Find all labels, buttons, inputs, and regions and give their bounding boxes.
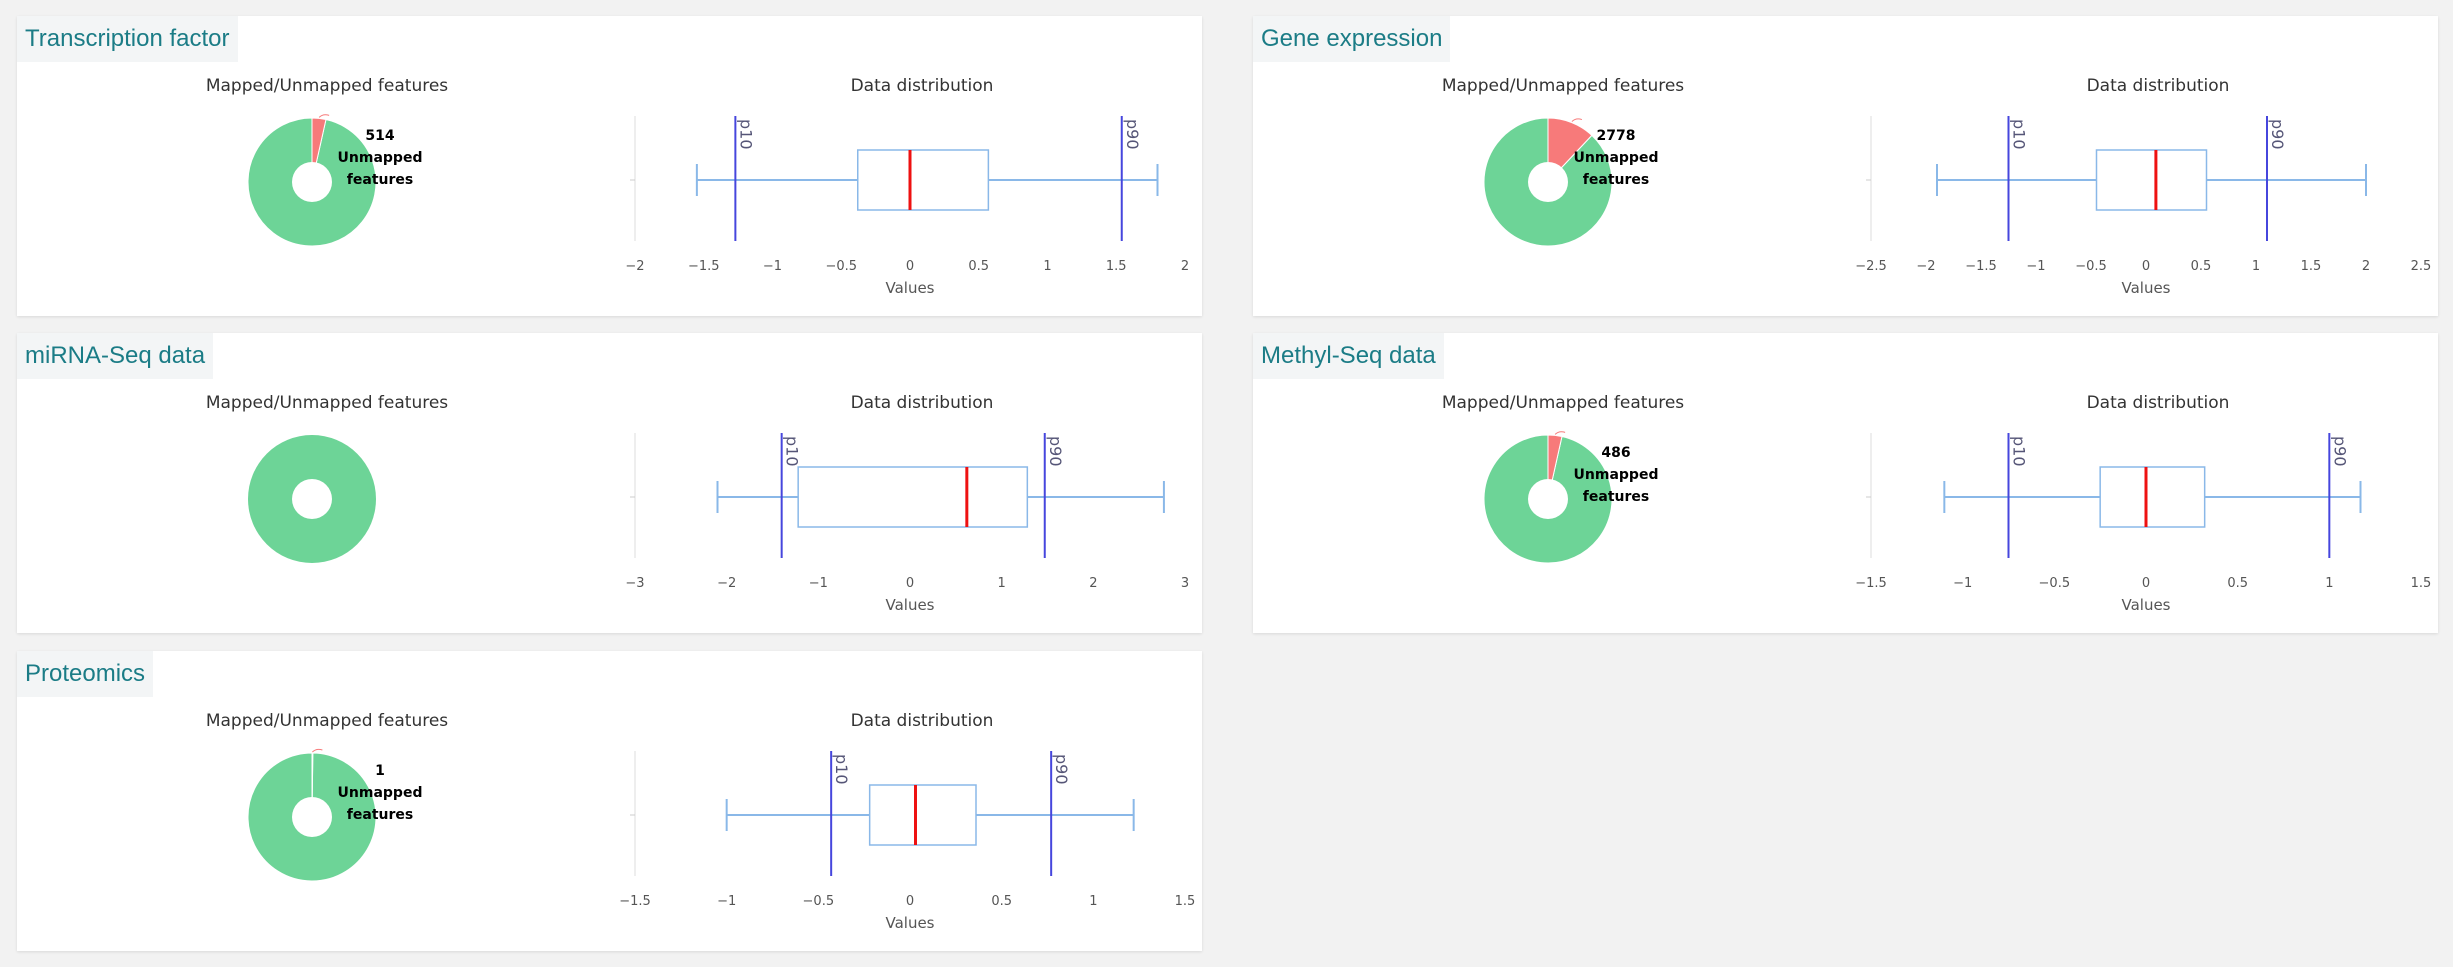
panel-chart: 514 Unmapped features p10 p90 −2 −1.5 −1 −0.5 0 0.… xyxy=(247,114,1189,297)
box-iqr xyxy=(2095,149,2208,211)
x-tick-label: 0.5 xyxy=(2227,576,2248,591)
x-tick-label: 1.5 xyxy=(1106,259,1127,274)
x-tick-label: 1.5 xyxy=(2301,259,2322,274)
panel-mirna-seq: miRNA-Seq data Mapped/Unmapped features … xyxy=(17,333,1202,633)
panel-proteomics: Proteomics Mapped/Unmapped features Data… xyxy=(17,651,1202,951)
donut-hole xyxy=(292,797,332,837)
x-axis-label: Values xyxy=(885,596,934,614)
pie-connector xyxy=(312,748,323,753)
x-tick-label: −2 xyxy=(1916,259,1935,274)
features-label: features xyxy=(1583,489,1649,505)
p90-label: p90 xyxy=(2268,119,2287,150)
x-tick-label: −0.5 xyxy=(2075,259,2107,274)
x-tick-label: 0 xyxy=(906,259,914,274)
x-tick-label: −2.5 xyxy=(1855,259,1887,274)
x-tick-label: 2.5 xyxy=(2411,259,2432,274)
x-tick-label: −3 xyxy=(625,576,644,591)
p10-label: p10 xyxy=(783,436,802,467)
x-tick-label: 0 xyxy=(2142,576,2150,591)
unmapped-count: 2778 xyxy=(1597,128,1636,144)
p10-label: p10 xyxy=(2010,119,2029,150)
x-tick-label: 1 xyxy=(2325,576,2333,591)
x-tick-label: −1.5 xyxy=(1965,259,1997,274)
x-tick-label: 1 xyxy=(998,576,1006,591)
features-label: features xyxy=(347,807,413,823)
p90-label: p90 xyxy=(1046,436,1065,467)
x-axis-label: Values xyxy=(885,914,934,932)
x-tick-label: −2 xyxy=(717,576,736,591)
x-tick-label: 0 xyxy=(2142,259,2150,274)
p90-label: p90 xyxy=(2330,436,2349,467)
donut-hole xyxy=(292,162,332,202)
box-iqr xyxy=(797,466,1029,528)
unmapped-label: Unmapped xyxy=(338,150,423,166)
x-tick-label: 1 xyxy=(2252,259,2260,274)
box-iqr xyxy=(868,784,977,846)
x-tick-label: 2 xyxy=(1089,576,1097,591)
x-tick-label: 2 xyxy=(1181,259,1189,274)
x-tick-label: 1.5 xyxy=(1175,894,1196,909)
panel-chart: p10 p90 −3 −2 −1 0 1 2 3 Values xyxy=(248,433,1189,614)
x-tick-label: −1 xyxy=(717,894,736,909)
donut-hole xyxy=(1528,162,1568,202)
x-tick-label: 3 xyxy=(1181,576,1189,591)
p90-label: p90 xyxy=(1123,119,1142,150)
x-tick-label: 2 xyxy=(2362,259,2370,274)
panel-transcription-factor: Transcription factor Mapped/Unmapped fea… xyxy=(17,16,1202,316)
pie-connector xyxy=(1571,118,1583,122)
x-tick-label: 1 xyxy=(1089,894,1097,909)
p10-label: p10 xyxy=(832,754,851,785)
features-label: features xyxy=(1583,172,1649,188)
donut-hole xyxy=(292,479,332,519)
panel-methyl-seq: Methyl-Seq data Mapped/Unmapped features… xyxy=(1253,333,2438,633)
box-iqr xyxy=(2099,466,2206,528)
x-tick-label: −0.5 xyxy=(825,259,857,274)
panel-chart: 486 Unmapped features p10 p90 −1.5 −1 −0.5 0 0.5 1… xyxy=(1483,431,2432,614)
x-tick-label: 0 xyxy=(906,894,914,909)
unmapped-label: Unmapped xyxy=(1574,150,1659,166)
unmapped-label: Unmapped xyxy=(1574,467,1659,483)
p90-label: p90 xyxy=(1052,754,1071,785)
x-tick-label: −1 xyxy=(2026,259,2045,274)
x-tick-label: −1.5 xyxy=(688,259,720,274)
x-tick-label: 0 xyxy=(906,576,914,591)
x-tick-label: 0.5 xyxy=(2191,259,2212,274)
x-axis-label: Values xyxy=(2121,596,2170,614)
features-label: features xyxy=(347,172,413,188)
x-tick-label: −1.5 xyxy=(1855,576,1887,591)
x-tick-label: 0.5 xyxy=(968,259,989,274)
x-tick-label: 1.5 xyxy=(2411,576,2432,591)
pie-connector xyxy=(318,114,330,118)
box-iqr xyxy=(857,149,990,211)
x-axis-label: Values xyxy=(2121,279,2170,297)
p10-label: p10 xyxy=(2010,436,2029,467)
x-tick-label: −1.5 xyxy=(619,894,651,909)
pie-connector xyxy=(1554,431,1566,435)
x-tick-label: −0.5 xyxy=(2039,576,2071,591)
x-tick-label: −2 xyxy=(625,259,644,274)
donut-hole xyxy=(1528,479,1568,519)
p10-label: p10 xyxy=(736,119,755,150)
x-tick-label: −1 xyxy=(809,576,828,591)
unmapped-count: 486 xyxy=(1601,445,1630,461)
panel-chart: 1 Unmapped features p10 p90 −1.5 −1 −0.5 0 0.5 1 1.… xyxy=(247,748,1196,932)
x-tick-label: 1 xyxy=(1043,259,1051,274)
unmapped-label: Unmapped xyxy=(338,785,423,801)
panel-chart: 2778 Unmapped features p10 p90 −2.5 −2 −1.5 −1 −0… xyxy=(1483,116,2432,297)
x-tick-label: 0.5 xyxy=(991,894,1012,909)
panel-gene-expression: Gene expression Mapped/Unmapped features… xyxy=(1253,16,2438,316)
x-tick-label: −1 xyxy=(1953,576,1972,591)
x-tick-label: −0.5 xyxy=(803,894,835,909)
unmapped-count: 514 xyxy=(365,128,394,144)
x-axis-label: Values xyxy=(885,279,934,297)
unmapped-count: 1 xyxy=(375,763,385,779)
x-tick-label: −1 xyxy=(763,259,782,274)
